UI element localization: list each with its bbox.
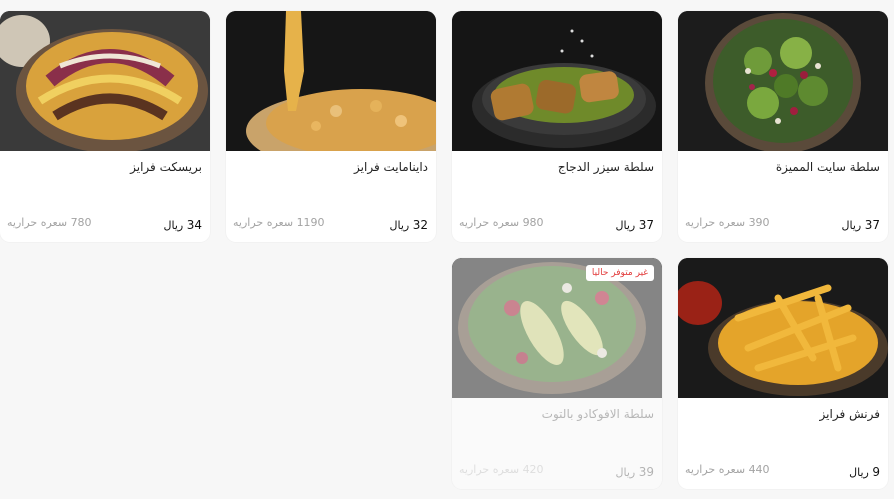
item-price: 9 ريال [849, 465, 880, 479]
menu-item-card[interactable]: سلطة سايت المميزة 37 ريال 390 سعره حراري… [678, 11, 888, 242]
item-name: سلطة سايت المميزة [775, 160, 880, 174]
item-calories: 420 سعره حراريه [459, 463, 544, 476]
item-price: 32 ريال [389, 218, 429, 232]
unavailable-badge: غير متوفر حاليا [585, 265, 654, 281]
menu-item-card[interactable]: سلطة سيزر الدجاج 37 ريال 980 سعره حراريه [452, 11, 662, 242]
salad-image [678, 11, 888, 151]
item-price: 39 ريال [615, 465, 655, 479]
fries-image [0, 11, 210, 151]
menu-item-card[interactable]: بريسكت فرايز 34 ريال 780 سعره حراريه [0, 11, 210, 242]
item-calories: 440 سعره حراريه [685, 463, 770, 476]
menu-item-card[interactable]: داينامايت فرايز 32 ريال 1190 سعره حراريه [226, 11, 436, 242]
item-price: 34 ريال [163, 218, 203, 232]
item-calories: 980 سعره حراريه [459, 216, 544, 229]
menu-item-card-unavailable[interactable]: غير متوفر حاليا سلطة الافوكادو بالتوت 39… [452, 258, 662, 489]
item-name: فرنش فرايز [819, 407, 880, 421]
item-calories: 780 سعره حراريه [7, 216, 92, 229]
item-name: سلطة الافوكادو بالتوت [541, 407, 654, 421]
item-name: بريسكت فرايز [130, 160, 202, 174]
fries-image [678, 258, 888, 398]
item-calories: 390 سعره حراريه [685, 216, 770, 229]
salad-image [452, 11, 662, 151]
item-name: داينامايت فرايز [354, 160, 428, 174]
item-price: 37 ريال [841, 218, 881, 232]
item-price: 37 ريال [615, 218, 655, 232]
item-name: سلطة سيزر الدجاج [557, 160, 654, 174]
item-calories: 1190 سعره حراريه [233, 216, 325, 229]
menu-grid: سلطة سايت المميزة 37 ريال 390 سعره حراري… [0, 0, 894, 499]
menu-item-card[interactable]: فرنش فرايز 9 ريال 440 سعره حراريه [678, 258, 888, 489]
fries-image [226, 11, 436, 151]
